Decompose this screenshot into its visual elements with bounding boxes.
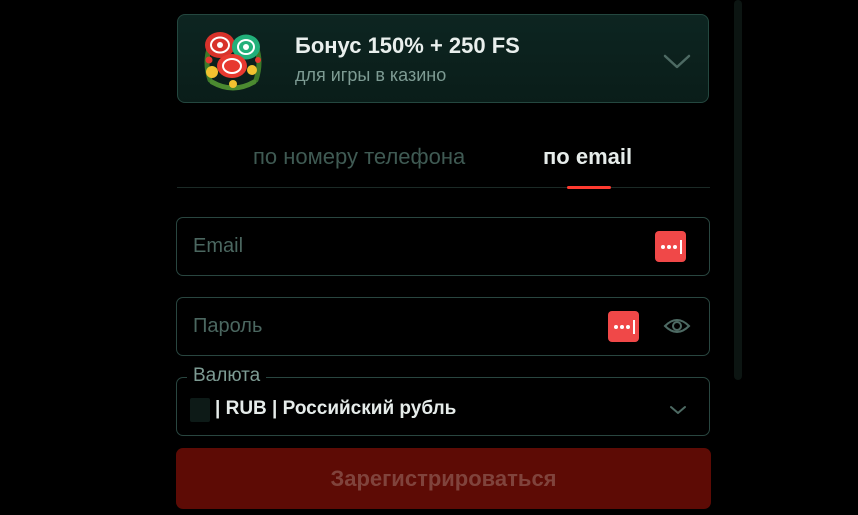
scrollbar[interactable] xyxy=(734,0,742,380)
bonus-selector[interactable]: Бонус 150% + 250 FS для игры в казино xyxy=(177,14,709,103)
password-input[interactable] xyxy=(193,298,593,355)
currency-label: Валюта xyxy=(187,365,267,387)
register-button[interactable]: Зарегистрироваться xyxy=(176,448,711,509)
bonus-title: Бонус 150% + 250 FS xyxy=(295,33,520,58)
password-manager-icon[interactable] xyxy=(608,311,639,342)
registration-panel: Бонус 150% + 250 FS для игры в казино по… xyxy=(0,0,858,515)
eye-icon[interactable] xyxy=(663,315,691,337)
flag-icon xyxy=(190,398,210,422)
active-tab-indicator xyxy=(567,186,611,189)
email-field xyxy=(176,217,710,276)
tab-email[interactable]: по email xyxy=(543,144,632,170)
email-input[interactable] xyxy=(193,218,593,275)
currency-value: | RUB | Российский рубль xyxy=(215,398,457,419)
password-field xyxy=(176,297,710,356)
casino-chips-wreath-icon xyxy=(204,32,262,91)
chevron-down-icon[interactable] xyxy=(662,51,692,71)
password-manager-icon[interactable] xyxy=(655,231,686,262)
tabs-divider xyxy=(177,187,710,188)
chevron-down-icon xyxy=(670,406,686,414)
currency-select[interactable]: Валюта | RUB | Российский рубль xyxy=(176,365,710,436)
bonus-subtitle: для игры в казино xyxy=(295,65,447,85)
registration-method-tabs: по номеру телефона по email xyxy=(177,130,710,190)
tab-phone[interactable]: по номеру телефона xyxy=(253,144,465,170)
